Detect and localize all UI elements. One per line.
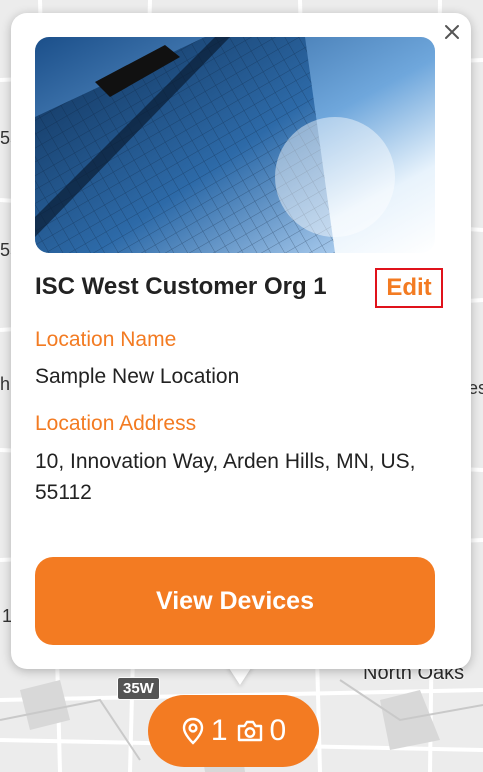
edit-button[interactable]: Edit bbox=[375, 268, 443, 308]
building-photo bbox=[35, 37, 435, 253]
location-pin-icon bbox=[182, 717, 204, 745]
highway-shield: 35W bbox=[117, 677, 160, 700]
camera-icon bbox=[237, 720, 262, 742]
location-camera-counter[interactable]: 1 0 bbox=[148, 695, 319, 767]
close-button[interactable] bbox=[441, 21, 463, 43]
location-popup: ISC West Customer Org 1 Edit Location Na… bbox=[11, 13, 471, 669]
camera-count: 0 bbox=[269, 714, 287, 747]
camera-count-group: 0 bbox=[236, 714, 287, 748]
org-name: ISC West Customer Org 1 bbox=[35, 273, 327, 300]
location-name-label: Location Name bbox=[35, 328, 177, 351]
location-count: 1 bbox=[210, 714, 228, 747]
location-count-group: 1 bbox=[181, 714, 228, 748]
close-icon bbox=[445, 25, 459, 39]
location-address-label: Location Address bbox=[35, 412, 197, 435]
location-address-value: 10, Innovation Way, Arden Hills, MN, US,… bbox=[35, 450, 416, 504]
location-name-value: Sample New Location bbox=[35, 365, 240, 388]
view-devices-button[interactable]: View Devices bbox=[35, 557, 435, 645]
